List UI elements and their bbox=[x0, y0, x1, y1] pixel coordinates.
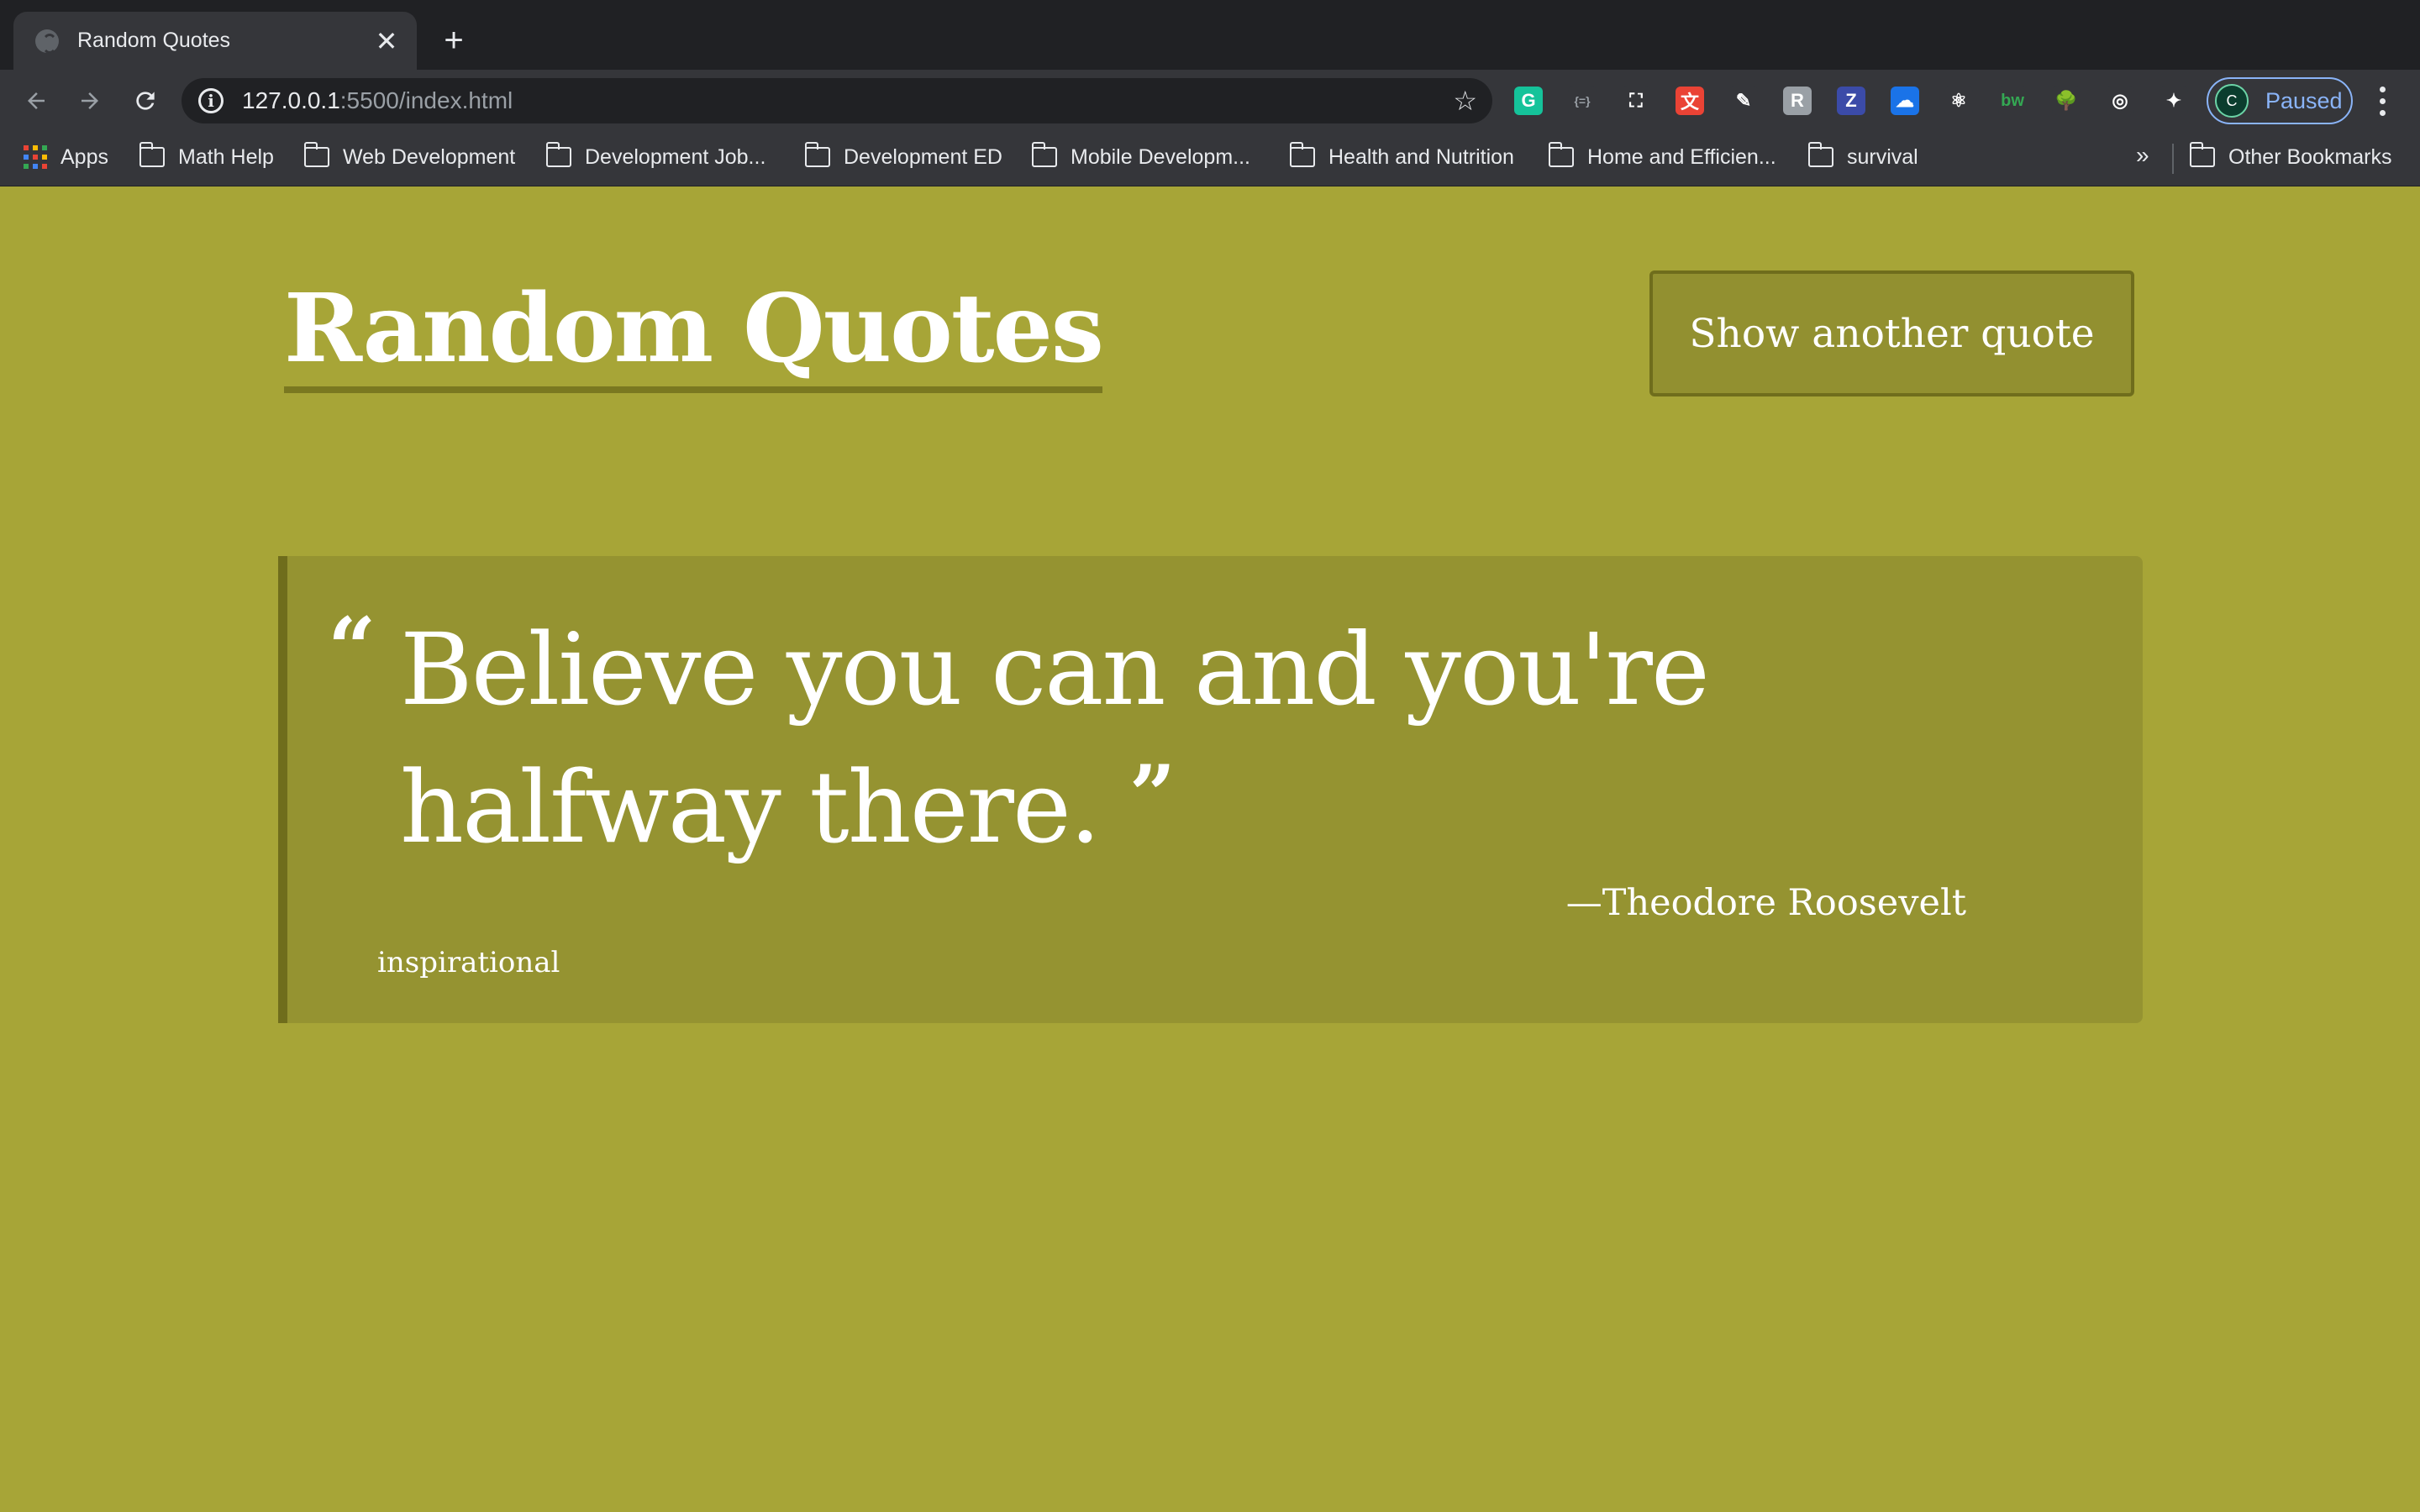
folder-icon bbox=[1807, 142, 1833, 167]
browser-toolbar: i 127.0.0.1:5500/index.html ☆ G {=} ⛶ 文 ✎ R Z ☁… bbox=[0, 70, 2420, 132]
tab-title: Random Quotes bbox=[77, 29, 231, 52]
page-title: Random Quotes bbox=[284, 279, 1104, 393]
apps-grid-icon bbox=[24, 145, 47, 169]
json-viewer-extension-icon[interactable]: {=} bbox=[1568, 87, 1597, 115]
arrow-left-icon bbox=[28, 92, 45, 109]
show-another-quote-button[interactable]: Show another quote bbox=[1649, 270, 2134, 396]
bookmark-label: Web Development bbox=[343, 144, 516, 169]
react-devtools-extension-icon[interactable]: ⚛ bbox=[1944, 87, 1973, 115]
bookmark-label: Development Job... bbox=[585, 144, 766, 169]
bookmark-folder[interactable]: Health and Nutrition bbox=[1289, 132, 1514, 182]
new-tab-button[interactable]: + bbox=[437, 24, 471, 57]
url-path: :5500/index.html bbox=[339, 87, 513, 113]
url-text[interactable]: 127.0.0.1:5500/index.html bbox=[242, 87, 1453, 114]
bookmark-folder[interactable]: Development ED bbox=[804, 132, 1002, 182]
bookmark-label: Mobile Developm... bbox=[1071, 144, 1250, 169]
browser-tab[interactable]: Random Quotes ✕ bbox=[13, 12, 417, 70]
folder-icon bbox=[545, 142, 571, 167]
quote-text-block: Believe you can and you're halfway there… bbox=[400, 606, 2114, 870]
folder-icon bbox=[303, 142, 329, 167]
screenshot-extension-icon[interactable]: ⛶ bbox=[1622, 87, 1650, 115]
bookmark-folder[interactable]: Math Help bbox=[139, 132, 274, 182]
browser-tabstrip: Random Quotes ✕ + bbox=[0, 0, 2420, 70]
address-bar[interactable]: i 127.0.0.1:5500/index.html ☆ bbox=[182, 78, 1492, 123]
bookmark-other[interactable]: Other Bookmarks bbox=[2189, 132, 2392, 182]
bookmark-folder[interactable]: survival bbox=[1807, 132, 1918, 182]
cloud-extension-icon[interactable]: ☁ bbox=[1891, 87, 1919, 115]
bw-extension-icon[interactable]: bw bbox=[1998, 87, 2027, 115]
profile-status: Paused bbox=[2265, 87, 2343, 113]
gray-extension-icon[interactable]: R bbox=[1783, 87, 1812, 115]
zotero-extension-icon[interactable]: Z bbox=[1837, 87, 1865, 115]
bookmark-label: Apps bbox=[60, 144, 108, 169]
info-icon[interactable]: i bbox=[198, 88, 224, 113]
grammarly-extension-icon[interactable]: G bbox=[1514, 87, 1543, 115]
folder-icon bbox=[139, 142, 165, 167]
color-picker-extension-icon[interactable]: ✎ bbox=[1729, 87, 1758, 115]
bookmark-label: Other Bookmarks bbox=[2228, 144, 2392, 169]
arrow-right-icon bbox=[82, 92, 98, 109]
quote-text: Believe you can and you're halfway there… bbox=[400, 612, 1710, 865]
forward-button[interactable] bbox=[71, 81, 109, 120]
bookmarks-divider bbox=[2172, 144, 2174, 174]
url-host: 127.0.0.1 bbox=[242, 87, 340, 113]
quote-card: “ Believe you can and you're halfway the… bbox=[278, 556, 2143, 1023]
folder-icon bbox=[2189, 142, 2215, 167]
bookmarks-overflow-icon[interactable]: » bbox=[2136, 142, 2149, 169]
globe-icon bbox=[35, 29, 59, 54]
bookmark-label: Home and Efficien... bbox=[1587, 144, 1776, 169]
page-body: Random Quotes Show another quote “ Belie… bbox=[0, 186, 2420, 1512]
back-button[interactable] bbox=[17, 81, 55, 120]
profile-button[interactable]: C Paused bbox=[2207, 77, 2353, 124]
quote-tag: inspirational bbox=[377, 946, 560, 979]
reload-icon bbox=[136, 92, 155, 110]
bookmark-folder[interactable]: Mobile Developm... bbox=[1031, 132, 1250, 182]
bookmark-label: Development ED bbox=[844, 144, 1002, 169]
bookmark-label: survival bbox=[1847, 144, 1918, 169]
quote-author: —Theodore Roosevelt bbox=[1565, 882, 1966, 924]
avatar: C bbox=[2215, 84, 2249, 118]
open-quote-mark: “ bbox=[328, 599, 376, 698]
bookmark-folder[interactable]: Development Job... bbox=[545, 132, 766, 182]
folder-icon bbox=[804, 142, 830, 167]
bookmarks-bar: Apps Math Help Web Development Development… bbox=[0, 132, 2420, 186]
bookmark-label: Math Help bbox=[178, 144, 274, 169]
close-quote-mark: ” bbox=[1128, 748, 1176, 843]
reload-button[interactable] bbox=[126, 81, 165, 120]
bookmark-folder[interactable]: Web Development bbox=[303, 132, 516, 182]
aperture-extension-icon[interactable]: ◎ bbox=[2106, 87, 2134, 115]
star-icon[interactable]: ☆ bbox=[1453, 85, 1477, 117]
bookmark-label: Health and Nutrition bbox=[1328, 144, 1514, 169]
puzzle-extensions-icon[interactable]: ✦ bbox=[2160, 87, 2188, 115]
folder-icon bbox=[1548, 142, 1574, 167]
bookmark-folder[interactable]: Home and Efficien... bbox=[1548, 132, 1776, 182]
tree-extension-icon[interactable]: 🌳 bbox=[2052, 87, 2081, 115]
kebab-menu-icon[interactable] bbox=[2370, 83, 2395, 118]
bookmark-apps[interactable]: Apps bbox=[24, 132, 108, 182]
folder-icon bbox=[1289, 142, 1315, 167]
translate-extension-icon[interactable]: 文 bbox=[1676, 87, 1704, 115]
folder-icon bbox=[1031, 142, 1057, 167]
close-icon[interactable]: ✕ bbox=[371, 26, 402, 56]
